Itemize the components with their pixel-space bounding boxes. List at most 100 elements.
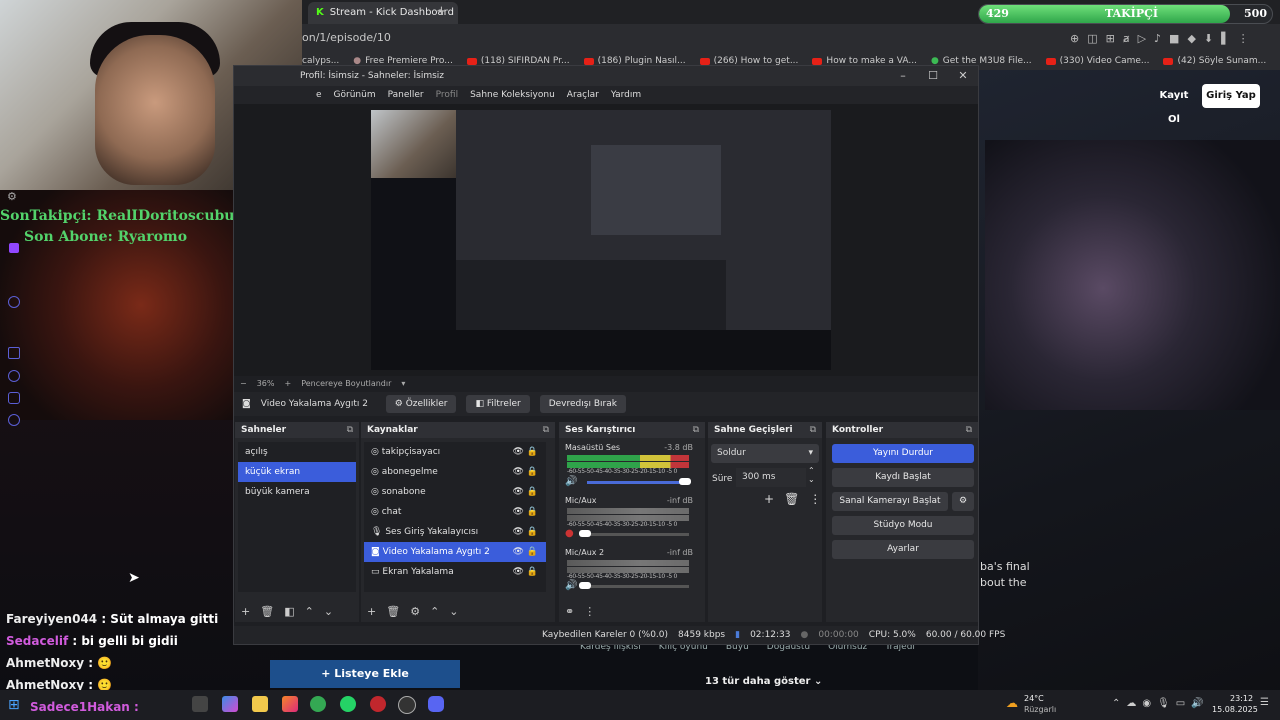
minimize-button[interactable]: –: [888, 66, 918, 86]
trash-icon[interactable]: 🗑: [386, 605, 400, 618]
visibility-lock-icons[interactable]: 👁 🔒: [513, 442, 539, 462]
start-virtual-camera-button[interactable]: Sanal Kamerayı Başlat: [832, 492, 948, 511]
stop-streaming-button[interactable]: Yayını Durdur: [832, 444, 974, 463]
volume-slider[interactable]: [587, 481, 689, 484]
trash-icon[interactable]: 🗑: [784, 492, 799, 506]
login-button[interactable]: Giriş Yap: [1202, 84, 1260, 108]
new-tab-button[interactable]: +: [436, 4, 447, 19]
cube-icon[interactable]: [8, 392, 20, 404]
volume-slider-knob[interactable]: [579, 530, 591, 537]
windows-start-icon[interactable]: ⊞: [8, 697, 20, 713]
trash-icon[interactable]: 🗑: [260, 605, 274, 618]
menu-profile[interactable]: Profil: [436, 90, 458, 100]
menu-docks[interactable]: Paneller: [388, 90, 424, 100]
scene-item-selected[interactable]: küçük ekran: [238, 462, 356, 482]
add-icon[interactable]: +: [764, 492, 774, 506]
filters-button[interactable]: ◧ Filtreler: [466, 395, 530, 413]
weather-desc[interactable]: Rüzgarlı: [1024, 705, 1056, 714]
compass-icon[interactable]: [8, 296, 20, 308]
fit-window-button[interactable]: Pencereye Boyutlandır: [301, 379, 391, 388]
source-item[interactable]: ◎ takipçisayacı 👁 🔒: [364, 442, 546, 462]
visibility-lock-icons[interactable]: 👁 🔒: [513, 482, 539, 502]
add-icon[interactable]: +: [241, 605, 250, 618]
menu-file-partial[interactable]: e: [316, 90, 322, 100]
bookmark-7[interactable]: (330) Video Came...: [1045, 56, 1149, 66]
bookmark-1[interactable]: ● Free Premiere Pro...: [353, 56, 453, 66]
task-view-icon[interactable]: [192, 696, 208, 712]
system-tray-icons[interactable]: ⌃☁◉🎙▭🔊: [1112, 698, 1210, 709]
speaker-icon[interactable]: 🔊: [565, 580, 577, 591]
filter-icon[interactable]: ◧: [284, 605, 294, 618]
duration-stepper[interactable]: ⌃ ⌄: [808, 466, 815, 484]
chrome-icon[interactable]: [310, 696, 326, 712]
speaker-icon[interactable]: 🔊: [565, 476, 577, 487]
source-item[interactable]: 🎙 Ses Giriş Yakalayıcısı 👁 🔒: [364, 522, 546, 542]
undock-icon[interactable]: ⧉: [347, 422, 353, 438]
bookmark-6[interactable]: ● Get the M3U8 File...: [931, 56, 1032, 66]
add-to-list-button[interactable]: + Listeye Ekle: [270, 660, 460, 688]
arrow-down-icon[interactable]: ⌄: [324, 605, 333, 618]
zoom-in-button[interactable]: +: [284, 379, 291, 388]
volume-slider[interactable]: [587, 585, 689, 588]
source-item[interactable]: ◎ sonabone 👁 🔒: [364, 482, 546, 502]
source-item[interactable]: ▭ Ekran Yakalama 👁 🔒: [364, 562, 546, 582]
clock-time[interactable]: 23:12: [1230, 694, 1253, 703]
visibility-lock-icons[interactable]: 👁 🔒: [513, 562, 539, 582]
volume-slider-knob[interactable]: [579, 582, 591, 589]
menu-help[interactable]: Yardım: [611, 90, 641, 100]
settings-button[interactable]: Ayarlar: [832, 540, 974, 559]
properties-button[interactable]: ⚙ Özellikler: [385, 395, 457, 413]
undock-icon[interactable]: ⧉: [693, 422, 699, 438]
instagram-icon[interactable]: [282, 696, 298, 712]
bookmark-2[interactable]: (118) SIFIRDAN Pr...: [466, 56, 570, 66]
bookmark-4[interactable]: (266) How to get...: [699, 56, 798, 66]
clock-icon[interactable]: [8, 370, 20, 382]
transition-select[interactable]: Soldur ▾: [711, 444, 819, 463]
toolbar-icons[interactable]: ⊕◫⊞ⱥ▷♪■◆⬇▌⋮: [1070, 32, 1257, 45]
visibility-lock-icons[interactable]: 👁 🔒: [513, 542, 539, 562]
obs-icon[interactable]: [398, 696, 416, 714]
duration-input[interactable]: 300 ms: [736, 468, 806, 487]
menu-view[interactable]: Görünüm: [334, 90, 376, 100]
source-item-selected[interactable]: ◙ Video Yakalama Aygıtı 2 👁 🔒: [364, 542, 546, 562]
arrow-down-icon[interactable]: ⌄: [449, 605, 458, 618]
undock-icon[interactable]: ⧉: [966, 422, 972, 438]
chevron-down-icon[interactable]: ▾: [401, 379, 405, 388]
source-item[interactable]: ◎ chat 👁 🔒: [364, 502, 546, 522]
studio-mode-button[interactable]: Stüdyo Modu: [832, 516, 974, 535]
settings-icon[interactable]: [8, 414, 20, 426]
visibility-lock-icons[interactable]: 👁 🔒: [513, 502, 539, 522]
undock-icon[interactable]: ⧉: [543, 422, 549, 438]
show-more-genres[interactable]: 13 tür daha göster ⌄: [705, 676, 822, 687]
gear-icon[interactable]: ⚙: [410, 605, 420, 618]
clock-date[interactable]: 15.08.2025: [1212, 705, 1258, 714]
whatsapp-icon[interactable]: [340, 696, 356, 712]
bookmark-icon[interactable]: [8, 347, 20, 359]
close-button[interactable]: ✕: [948, 66, 978, 86]
scene-item[interactable]: açılış: [238, 442, 356, 462]
bookmark-5[interactable]: How to make a VA...: [812, 56, 917, 66]
address-bar[interactable]: on/1/episode/10: [302, 31, 391, 44]
source-item[interactable]: ◎ abonegelme 👁 🔒: [364, 462, 546, 482]
link-icon[interactable]: ⚭: [565, 605, 574, 618]
more-icon[interactable]: ⋮: [809, 492, 821, 506]
maximize-button[interactable]: ☐: [918, 66, 948, 86]
weather-temp[interactable]: 24°C: [1024, 694, 1044, 703]
preview-canvas[interactable]: [371, 110, 831, 370]
more-icon[interactable]: ⋮: [584, 605, 595, 618]
bookmark-3[interactable]: (186) Plugin Nasıl...: [583, 56, 686, 66]
volume-slider-knob[interactable]: [679, 478, 691, 485]
register-button[interactable]: Kayıt Ol: [1152, 84, 1196, 125]
twitch-icon[interactable]: [9, 243, 19, 253]
arrow-up-icon[interactable]: ⌃: [305, 605, 314, 618]
undock-icon[interactable]: ⧉: [810, 422, 816, 438]
add-icon[interactable]: +: [367, 605, 376, 618]
bookmark-8[interactable]: (42) Söyle Sunam...: [1163, 56, 1266, 66]
menu-scene-collection[interactable]: Sahne Koleksiyonu: [470, 90, 555, 100]
arrow-up-icon[interactable]: ⌃: [430, 605, 439, 618]
discord-icon[interactable]: [428, 696, 444, 712]
volume-slider[interactable]: [587, 533, 689, 536]
visibility-lock-icons[interactable]: 👁 🔒: [513, 522, 539, 542]
copilot-icon[interactable]: [222, 696, 238, 712]
bookmark-0[interactable]: calyps...: [302, 56, 339, 66]
